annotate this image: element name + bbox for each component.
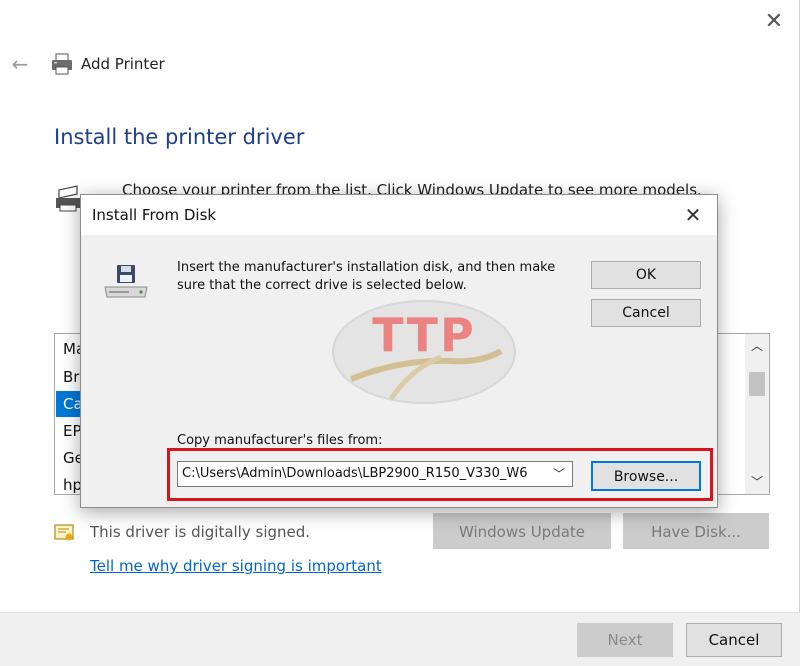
copy-files-label: Copy manufacturer's files from:	[177, 433, 383, 448]
cancel-button[interactable]: Cancel	[686, 623, 782, 657]
printer-icon	[52, 53, 72, 75]
windows-update-button[interactable]: Windows Update	[433, 513, 611, 549]
next-button[interactable]: Next	[577, 623, 673, 657]
dialog-titlebar[interactable]: Install From Disk ✕	[81, 195, 717, 235]
wizard-footer: Next Cancel	[0, 612, 800, 666]
ok-button[interactable]: OK	[591, 261, 701, 289]
window-title: Add Printer	[81, 55, 165, 73]
scroll-thumb[interactable]	[749, 372, 765, 396]
chevron-down-icon[interactable]: ﹀	[548, 462, 570, 486]
dialog-message: Insert the manufacturer's installation d…	[177, 260, 556, 293]
close-icon[interactable]: ✕	[760, 8, 788, 36]
path-input[interactable]: C:\Users\Admin\Downloads\LBP2900_R150_V3…	[182, 462, 544, 486]
path-combobox[interactable]: C:\Users\Admin\Downloads\LBP2900_R150_V3…	[177, 461, 573, 487]
certificate-icon	[54, 524, 74, 541]
dialog-cancel-button[interactable]: Cancel	[591, 299, 701, 327]
list-item[interactable]: EP	[63, 418, 82, 444]
close-icon[interactable]: ✕	[679, 201, 707, 229]
page-heading: Install the printer driver	[54, 125, 305, 149]
dialog-title: Install From Disk	[92, 206, 217, 224]
have-disk-button[interactable]: Have Disk...	[623, 513, 769, 549]
chevron-down-icon[interactable]: ﹀	[745, 470, 769, 494]
browse-button[interactable]: Browse...	[591, 461, 701, 491]
floppy-disk-drive-icon	[104, 265, 148, 298]
signed-status-text: This driver is digitally signed.	[90, 523, 311, 541]
back-arrow-icon[interactable]: ←	[8, 52, 32, 76]
chevron-up-icon[interactable]: ︿	[745, 334, 769, 358]
install-from-disk-dialog: Install From Disk ✕ Insert the manufactu…	[80, 194, 718, 508]
watermark-text: TTP	[372, 308, 476, 362]
list-item[interactable]: Br	[63, 364, 79, 390]
driver-signing-link[interactable]: Tell me why driver signing is important	[90, 557, 382, 575]
list-scrollbar[interactable]: ︿ ﹀	[745, 334, 769, 494]
watermark-logo: TTP	[332, 300, 516, 404]
